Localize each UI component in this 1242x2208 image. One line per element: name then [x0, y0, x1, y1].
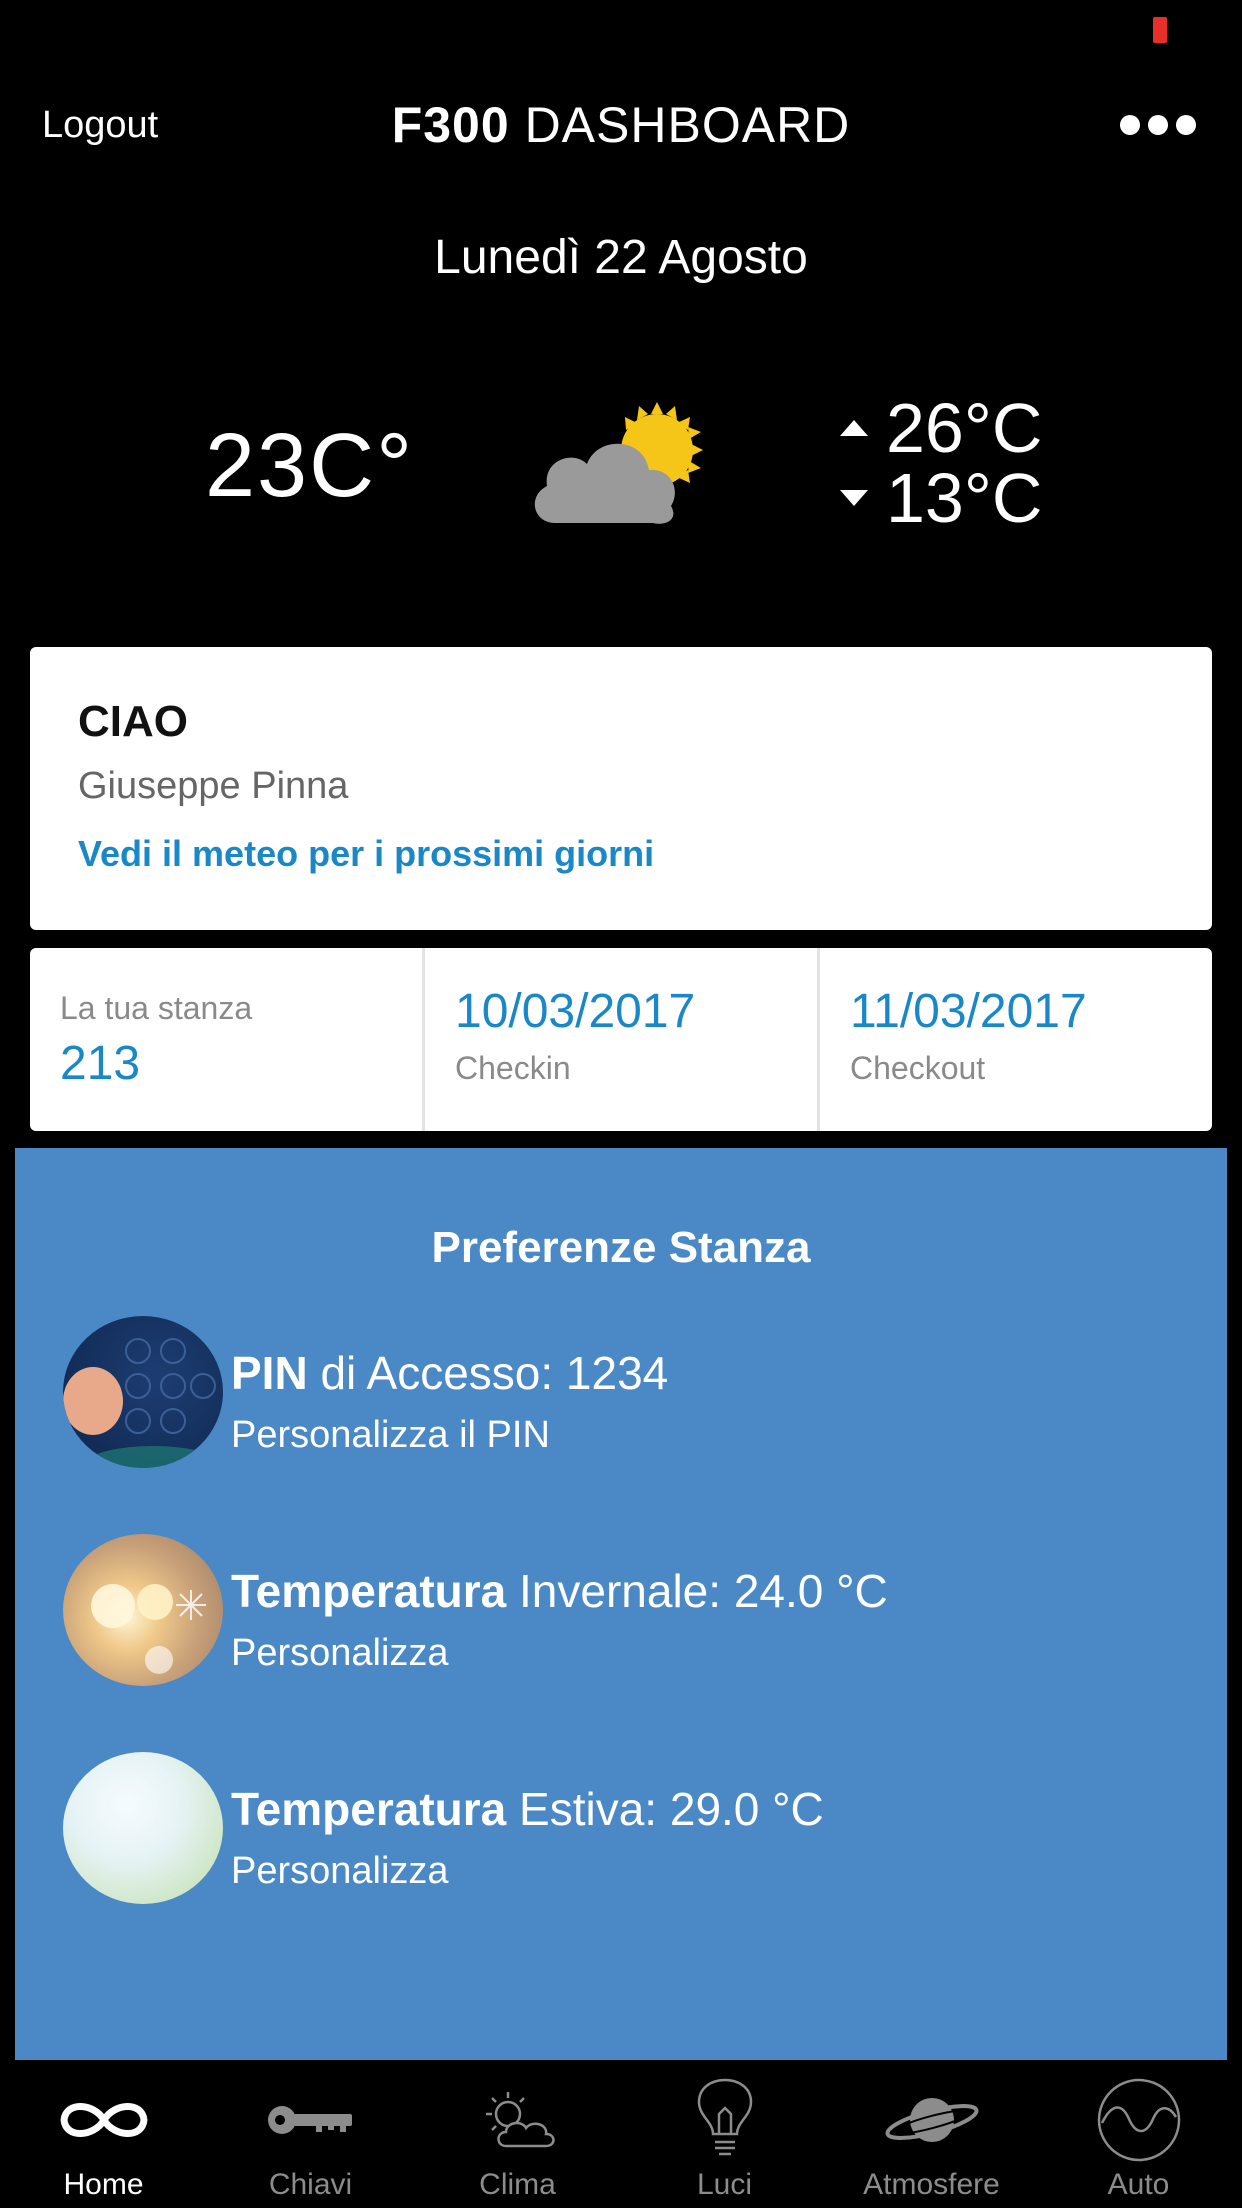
tab-atmosfere[interactable]: Atmosfere — [828, 2060, 1035, 2208]
tab-clima[interactable]: Clima — [414, 2060, 621, 2208]
checkin-date: 10/03/2017 — [455, 985, 696, 1038]
key-icon — [256, 2080, 366, 2160]
greeting-heading: CIAO — [78, 697, 188, 746]
bottom-tab-bar: Home Chiavi Clima Luci Atmosfere Auto — [0, 2060, 1242, 2208]
tab-luci-label: Luci — [696, 2168, 753, 2201]
forecast-link[interactable]: Vedi il meteo per i prossimi giorni — [78, 833, 654, 875]
room-label: La tua stanza — [60, 990, 253, 1026]
tab-auto-label: Auto — [1107, 2168, 1170, 2201]
checkout-label: Checkout — [850, 1050, 986, 1086]
temperature-range: 26°C 13°C — [840, 389, 1042, 537]
sun-cloud-icon — [463, 2080, 573, 2160]
tab-auto[interactable]: Auto — [1035, 2060, 1242, 2208]
keypad-thumbnail — [63, 1316, 223, 1468]
pin-preference-value: PIN di Accesso: 1234 — [231, 1347, 669, 1399]
stay-info-card: La tua stanza 213 10/03/2017 Checkin 11/… — [30, 948, 1212, 1131]
greeting-card: CIAO Giuseppe Pinna Vedi il meteo per i … — [30, 647, 1212, 930]
arrow-up-icon — [840, 420, 868, 436]
current-temperature: 23C° — [205, 416, 415, 516]
pin-customize-link[interactable]: Personalizza il PIN — [231, 1414, 550, 1457]
winter-temperature-value: Temperatura Invernale: 24.0 °C — [231, 1565, 888, 1617]
tab-chiavi-label: Chiavi — [268, 2168, 353, 2201]
tab-atmosfere-label: Atmosfere — [863, 2168, 1000, 2201]
winter-thumbnail — [63, 1534, 223, 1686]
current-date: Lunedì 22 Agosto — [434, 231, 808, 284]
tab-luci[interactable]: Luci — [621, 2060, 828, 2208]
battery-icon — [1153, 17, 1167, 43]
checkin-label: Checkin — [455, 1050, 571, 1086]
lightbulb-icon — [670, 2078, 780, 2160]
room-preferences-panel: Preferenze Stanza PIN di Accesso: 1234 P… — [15, 1148, 1227, 2060]
min-temperature: 13°C — [886, 459, 1043, 537]
page-title: F300 DASHBOARD — [391, 97, 851, 153]
summer-customize-link[interactable]: Personalizza — [231, 1850, 449, 1893]
winter-customize-link[interactable]: Personalizza — [231, 1632, 449, 1675]
arrow-down-icon — [840, 490, 868, 506]
room-cell: La tua stanza 213 — [30, 948, 425, 1131]
checkout-cell: 11/03/2017 Checkout — [820, 948, 1212, 1131]
tab-home[interactable]: Home — [0, 2060, 207, 2208]
preferences-title: Preferenze Stanza — [431, 1223, 811, 1272]
checkin-cell: 10/03/2017 Checkin — [425, 948, 820, 1131]
guest-name: Giuseppe Pinna — [78, 765, 349, 807]
more-dots-icon[interactable] — [1120, 115, 1196, 135]
partly-cloudy-icon — [534, 402, 703, 524]
wave-circle-icon — [1084, 2078, 1194, 2162]
summer-temperature-value: Temperatura Estiva: 29.0 °C — [231, 1783, 824, 1835]
tab-home-label: Home — [63, 2168, 144, 2201]
tab-chiavi[interactable]: Chiavi — [207, 2060, 414, 2208]
max-temperature: 26°C — [886, 389, 1043, 467]
tab-clima-label: Clima — [479, 2168, 556, 2201]
summer-thumbnail — [63, 1752, 223, 1904]
room-number: 213 — [60, 1037, 141, 1090]
infinity-icon — [49, 2080, 159, 2160]
checkout-date: 11/03/2017 — [850, 985, 1087, 1038]
planet-icon — [877, 2080, 987, 2160]
